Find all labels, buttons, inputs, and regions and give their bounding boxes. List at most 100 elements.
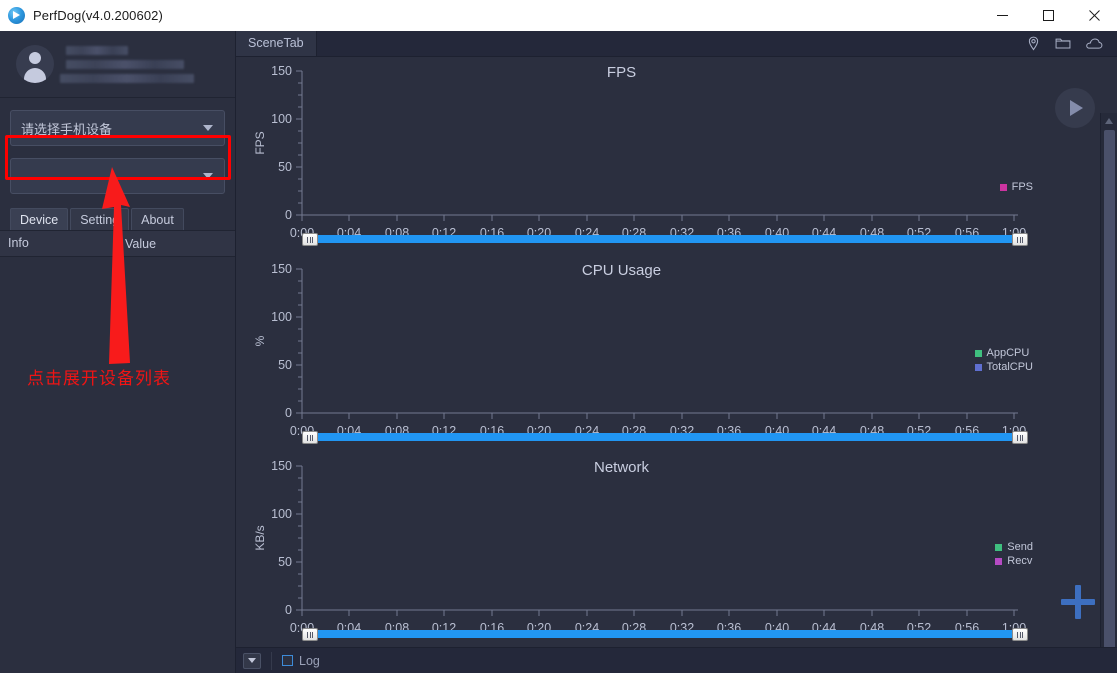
device-select[interactable]: 请选择手机设备: [10, 110, 225, 146]
chart-plot-network: 0 50 100 150 KB/s 0:00 0:04 0:08 0:12 0:…: [253, 459, 1026, 635]
account-panel: [0, 31, 235, 98]
time-slider-handle-left[interactable]: [302, 233, 318, 246]
time-slider-track[interactable]: [302, 630, 1028, 638]
perfdog-window: PerfDog(v4.0.200602) 请选择手机设备 Device Sett…: [0, 0, 1117, 673]
svg-text:50: 50: [278, 555, 292, 569]
chart-panel-network: Network 0 50 100 150 KB/s 0:04 0:08 0:12…: [236, 452, 1117, 649]
charts-container: FPS 0 50 100 150 FPS 0:04 0:08 0:12 0:16…: [236, 57, 1117, 649]
chart-legend-network: Send Recv: [995, 541, 1033, 567]
time-slider-handle-right[interactable]: [1012, 233, 1028, 246]
time-slider-handle-right[interactable]: [1012, 431, 1028, 444]
selectors: 请选择手机设备: [0, 110, 235, 194]
tab-setting-label: Setting: [80, 213, 120, 227]
window-title: PerfDog(v4.0.200602): [33, 8, 163, 23]
annotation-text: 点击展开设备列表: [27, 369, 171, 388]
legend-item[interactable]: TotalCPU: [974, 361, 1033, 373]
chart-legend-fps: FPS: [999, 181, 1033, 193]
legend-label-send: Send: [1007, 541, 1033, 553]
scene-tab-bar: SceneTab: [236, 31, 1117, 57]
legend-swatch-totalcpu: [974, 363, 982, 371]
main-area: SceneTab FPS 0 50 100 150 FPS 0:04 0:08 …: [236, 31, 1117, 673]
chart-plot-fps: 0 50 100 150 FPS 0:00 0:04 0:08 0:12 0:1…: [253, 64, 1026, 240]
title-bar: PerfDog(v4.0.200602): [0, 0, 1117, 32]
time-slider-network[interactable]: [302, 628, 1028, 641]
info-table-body: [0, 257, 235, 637]
app-select[interactable]: [10, 158, 225, 194]
charts-vertical-scrollbar[interactable]: [1100, 113, 1117, 649]
maximize-button[interactable]: [1025, 0, 1071, 31]
svg-text:50: 50: [278, 160, 292, 174]
tab-about-label: About: [141, 213, 174, 227]
tab-setting[interactable]: Setting: [70, 208, 130, 230]
svg-text:100: 100: [271, 507, 292, 521]
column-header-value: Value: [125, 236, 157, 251]
log-checkbox[interactable]: [282, 655, 293, 666]
status-divider: [271, 651, 272, 670]
location-pin-icon[interactable]: [1026, 36, 1041, 51]
legend-item[interactable]: AppCPU: [974, 347, 1033, 359]
svg-text:150: 150: [271, 64, 292, 78]
chevron-down-icon: [203, 125, 213, 131]
time-slider-fps[interactable]: [302, 233, 1028, 246]
time-slider-track[interactable]: [302, 235, 1028, 243]
status-bar: Log: [236, 647, 1117, 673]
minimize-button[interactable]: [979, 0, 1025, 31]
column-header-info: Info: [0, 231, 117, 256]
legend-label-fps: FPS: [1011, 181, 1033, 193]
legend-item[interactable]: Recv: [995, 555, 1033, 567]
svg-text:FPS: FPS: [253, 131, 267, 154]
legend-item[interactable]: Send: [995, 541, 1033, 553]
time-slider-track[interactable]: [302, 433, 1028, 441]
legend-label-appcpu: AppCPU: [986, 347, 1030, 359]
legend-swatch-appcpu: [974, 349, 982, 357]
close-button[interactable]: [1071, 0, 1117, 31]
legend-swatch-fps: [999, 183, 1007, 191]
sidebar-tabs: Device Setting About: [0, 208, 235, 231]
legend-swatch-recv: [995, 557, 1003, 565]
legend-item[interactable]: FPS: [999, 181, 1033, 193]
chevron-down-icon: [203, 173, 213, 179]
cloud-icon[interactable]: [1085, 37, 1103, 51]
chart-panel-cpu: CPU Usage 0 50 100 150 % 0:04 0:08 0:12 …: [236, 255, 1117, 452]
legend-label-recv: Recv: [1007, 555, 1033, 567]
svg-text:150: 150: [271, 459, 292, 473]
device-select-value: 请选择手机设备: [21, 121, 113, 137]
chart-plot-cpu: 0 50 100 150 % 0:00 0:04 0:08 0:12 0:16 …: [253, 262, 1026, 438]
folder-icon[interactable]: [1055, 36, 1071, 51]
svg-text:0: 0: [285, 208, 292, 222]
legend-swatch-send: [995, 543, 1003, 551]
perfdog-logo-icon: [8, 7, 25, 24]
account-name-redacted: [66, 45, 128, 55]
log-label: Log: [299, 653, 320, 668]
svg-text:0: 0: [285, 603, 292, 617]
svg-text:50: 50: [278, 358, 292, 372]
time-slider-handle-right[interactable]: [1012, 628, 1028, 641]
status-dropdown-button[interactable]: [243, 652, 261, 669]
legend-label-totalcpu: TotalCPU: [986, 361, 1033, 373]
svg-text:100: 100: [271, 310, 292, 324]
time-slider-handle-left[interactable]: [302, 628, 318, 641]
time-slider-handle-left[interactable]: [302, 431, 318, 444]
account-detail-redacted-1: [66, 59, 184, 69]
scroll-up-arrow-icon[interactable]: [1101, 114, 1117, 128]
window-controls: [979, 0, 1117, 31]
sidebar: 请选择手机设备 Device Setting About Info Value: [0, 31, 236, 673]
chart-legend-cpu: AppCPU TotalCPU: [974, 347, 1033, 373]
tab-scene[interactable]: SceneTab: [236, 31, 317, 56]
info-table-header: Info Value: [0, 231, 235, 257]
account-detail-redacted-2: [60, 73, 194, 83]
svg-text:0: 0: [285, 406, 292, 420]
scrollbar-thumb[interactable]: [1104, 130, 1115, 649]
toolbar-icons: [1026, 31, 1117, 56]
svg-text:150: 150: [271, 262, 292, 276]
account-info-redacted: [60, 45, 194, 83]
time-slider-cpu[interactable]: [302, 431, 1028, 444]
svg-text:100: 100: [271, 112, 292, 126]
svg-text:KB/s: KB/s: [253, 525, 267, 550]
tab-scene-label: SceneTab: [248, 36, 304, 50]
svg-text:%: %: [253, 335, 267, 346]
chart-panel-fps: FPS 0 50 100 150 FPS 0:04 0:08 0:12 0:16…: [236, 57, 1117, 255]
tab-about[interactable]: About: [131, 208, 184, 230]
user-avatar-icon: [16, 45, 54, 83]
tab-device[interactable]: Device: [10, 208, 69, 230]
